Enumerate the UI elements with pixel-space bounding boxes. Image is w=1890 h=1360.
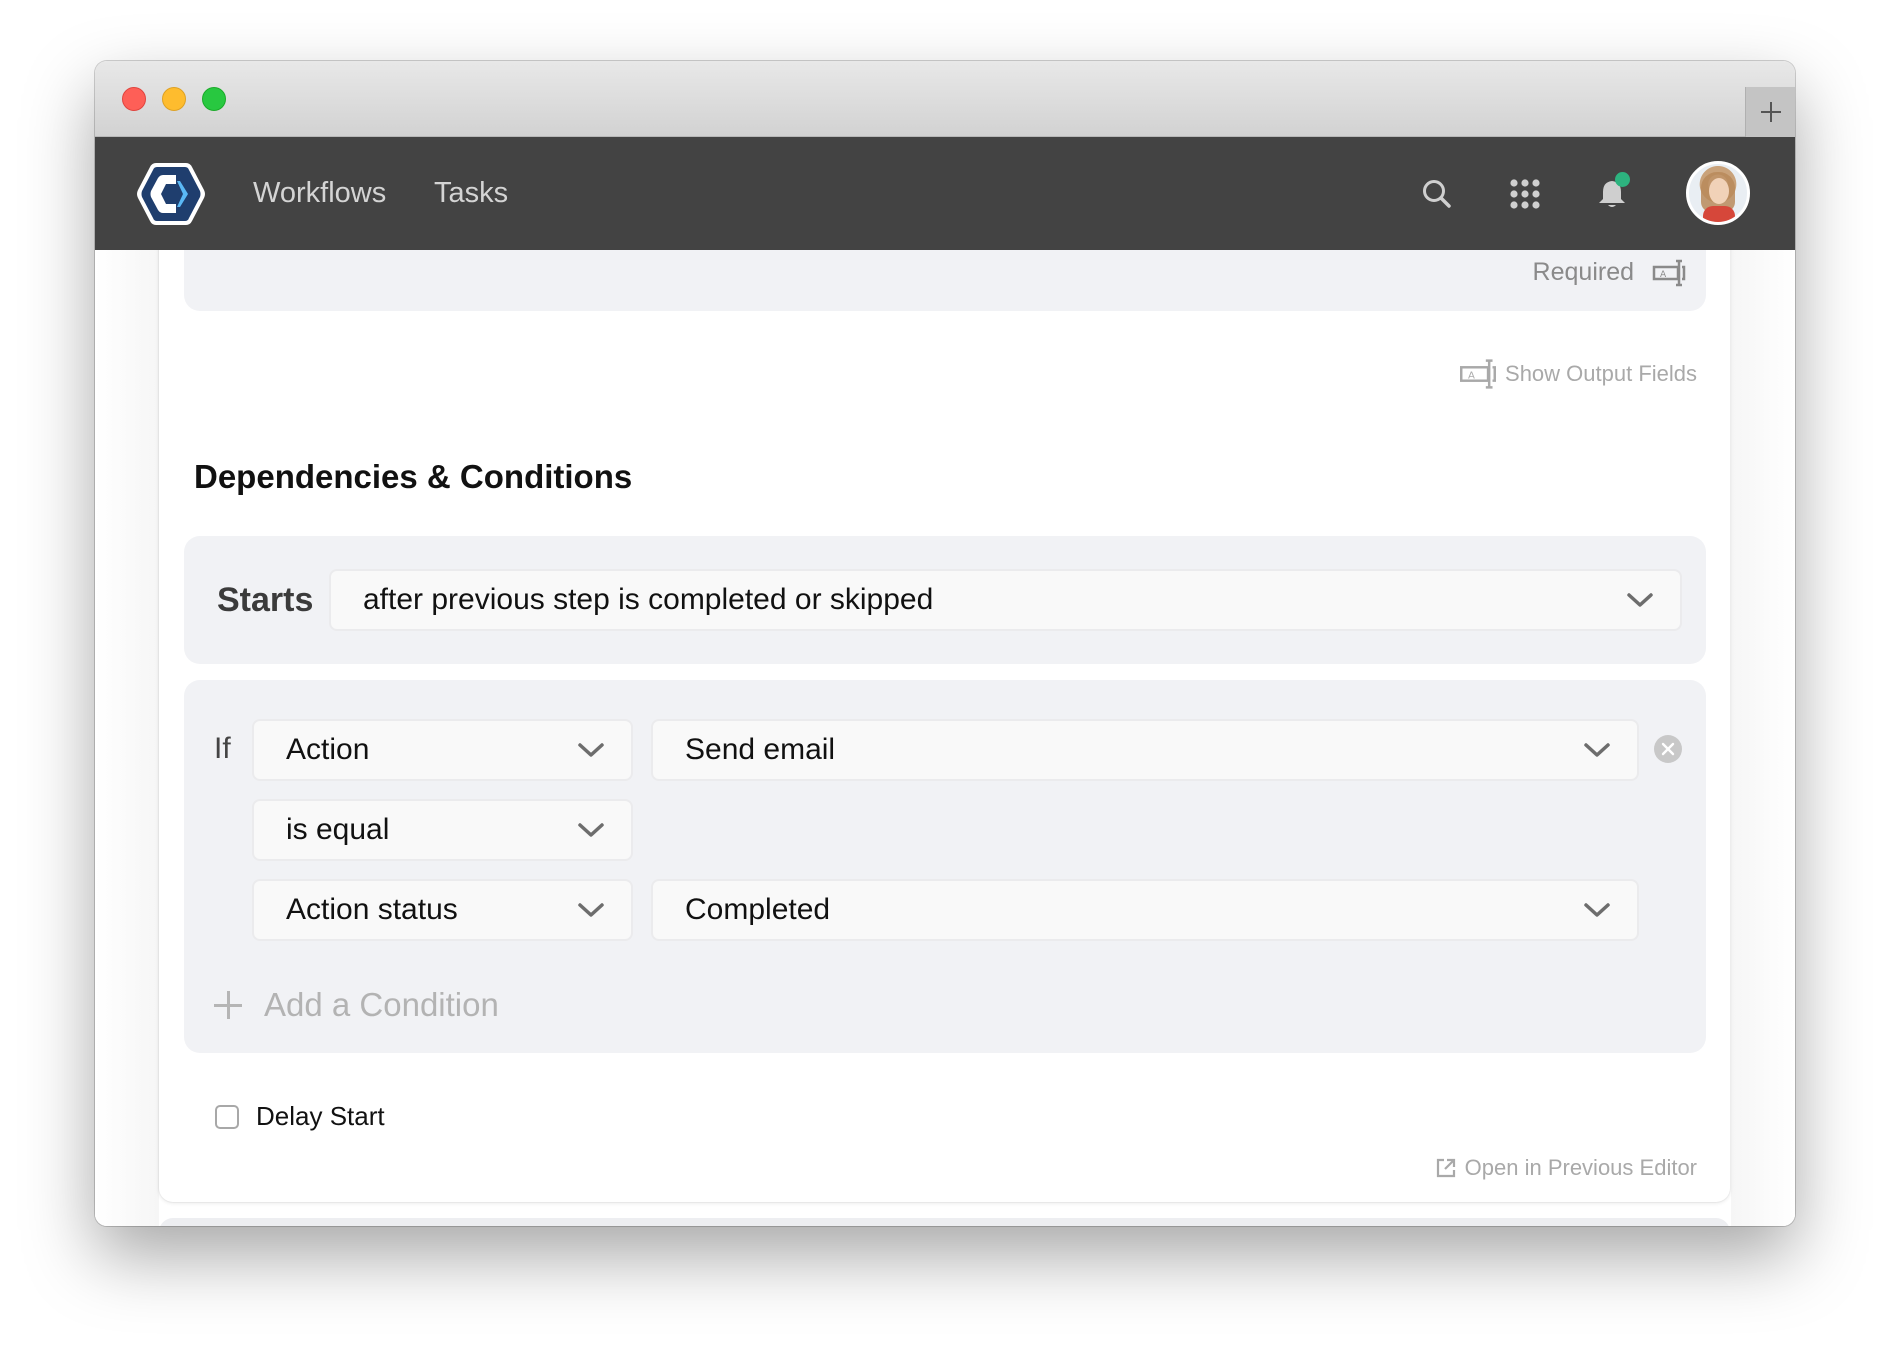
starts-select-value: after previous step is completed or skip…: [363, 583, 934, 616]
close-icon: [1661, 742, 1675, 756]
chevron-down-icon: [578, 823, 604, 837]
condition-value: Completed: [685, 893, 831, 926]
svg-text:A: A: [1660, 270, 1667, 280]
starts-select[interactable]: after previous step is completed or skip…: [329, 569, 1682, 631]
apps-grid-icon: [1510, 179, 1540, 209]
text-field-icon: A: [1652, 259, 1686, 286]
required-panel: Required A: [184, 250, 1706, 311]
main-content: Required A A Show Output Fields Dependen…: [95, 250, 1795, 1226]
chevron-down-icon: [578, 903, 604, 917]
nav-link-tasks[interactable]: Tasks: [434, 175, 508, 211]
text-field-icon: A: [1460, 359, 1497, 389]
condition-operator-value: is equal: [286, 813, 390, 846]
notification-badge: [1615, 172, 1630, 187]
avatar-face: [1709, 178, 1729, 204]
delay-start-row: Delay Start: [215, 1101, 385, 1132]
show-output-fields-label: Show Output Fields: [1505, 361, 1697, 386]
add-condition-label: Add a Condition: [264, 986, 499, 1023]
add-condition-button[interactable]: Add a Condition: [214, 986, 499, 1024]
if-label: If: [214, 732, 231, 765]
condition-field-select[interactable]: Action: [252, 719, 633, 781]
plus-icon: [214, 991, 242, 1019]
app-logo[interactable]: [136, 161, 206, 227]
nav-link-workflows[interactable]: Workflows: [253, 175, 386, 211]
user-avatar[interactable]: [1686, 161, 1750, 225]
delay-start-checkbox[interactable]: [215, 1104, 239, 1129]
next-step-card: [159, 1218, 1730, 1226]
delay-start-label[interactable]: Delay Start: [256, 1101, 385, 1132]
condition-field-value: Action: [286, 733, 370, 766]
title-bar: [95, 61, 1795, 137]
chevron-down-icon: [1584, 743, 1610, 757]
svg-text:A: A: [1468, 370, 1475, 381]
starts-panel: Starts after previous step is completed …: [184, 536, 1706, 664]
condition-value-select[interactable]: Completed: [651, 879, 1639, 941]
required-field[interactable]: Required A: [1533, 258, 1686, 287]
step-card: Required A A Show Output Fields Dependen…: [159, 250, 1730, 1202]
condition-field-value: Action status: [286, 893, 458, 926]
open-previous-editor-label: Open in Previous Editor: [1464, 1155, 1697, 1180]
new-tab-button[interactable]: [1745, 87, 1795, 137]
required-label: Required: [1532, 258, 1634, 286]
section-title: Dependencies & Conditions: [194, 458, 633, 495]
apps-button[interactable]: [1505, 174, 1545, 214]
close-window-button[interactable]: [122, 87, 146, 111]
minimize-window-button[interactable]: [162, 87, 186, 111]
condition-value-select[interactable]: Send email: [651, 719, 1639, 781]
starts-label: Starts: [217, 581, 314, 619]
condition-field-select[interactable]: Action status: [252, 879, 633, 941]
notifications-button[interactable]: [1592, 172, 1632, 214]
condition-operator-select[interactable]: is equal: [252, 799, 633, 861]
avatar-shirt: [1703, 206, 1735, 222]
hexagon-c-logo-icon: [137, 163, 205, 225]
condition-value: Send email: [685, 733, 836, 766]
left-gutter: [95, 250, 159, 1226]
show-output-fields-link[interactable]: A Show Output Fields: [1459, 358, 1697, 390]
chevron-down-icon: [578, 743, 604, 757]
search-button[interactable]: [1417, 174, 1457, 214]
open-previous-editor-link[interactable]: Open in Previous Editor: [1435, 1155, 1697, 1181]
browser-window: Workflows Tasks Required A A Show Output…: [95, 61, 1795, 1226]
conditions-panel: If Action Send email is equal Action sta…: [184, 680, 1706, 1053]
chevron-down-icon: [1584, 903, 1610, 917]
chevron-down-icon: [1627, 593, 1653, 607]
search-icon: [1423, 180, 1451, 208]
top-nav: Workflows Tasks: [95, 137, 1795, 250]
maximize-window-button[interactable]: [202, 87, 226, 111]
plus-icon: [1760, 102, 1781, 122]
remove-condition-button[interactable]: [1654, 735, 1682, 763]
right-gutter: [1731, 250, 1795, 1226]
external-link-icon: [1436, 1158, 1455, 1178]
